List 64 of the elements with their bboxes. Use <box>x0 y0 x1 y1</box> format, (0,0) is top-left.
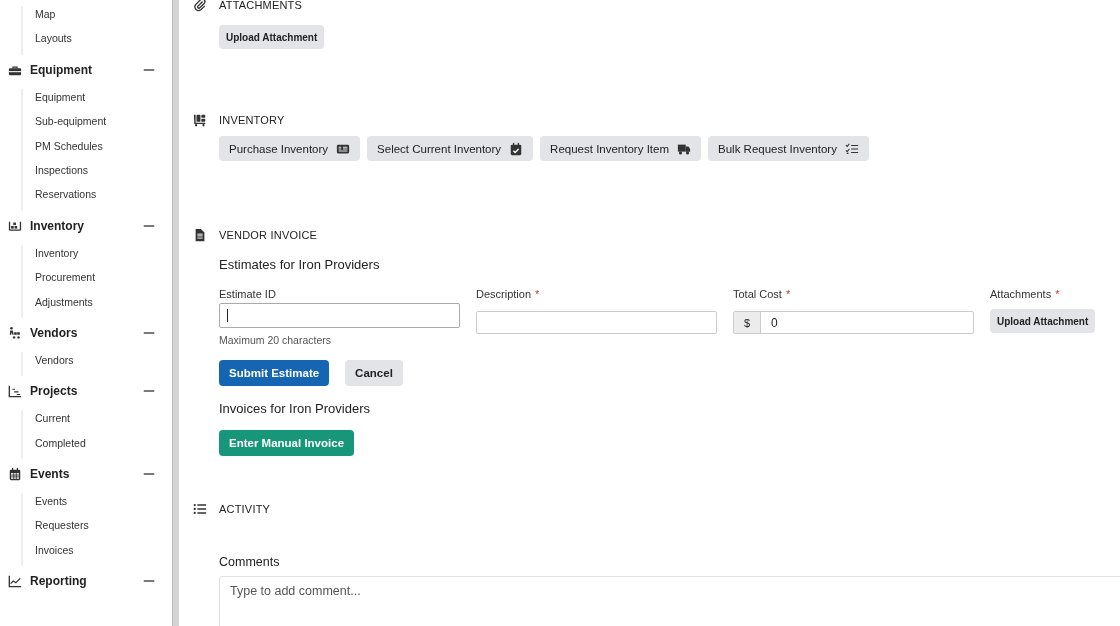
list-icon <box>193 502 207 516</box>
sidebar-item[interactable]: Current <box>35 410 172 435</box>
sidebar-item[interactable]: Completed <box>35 434 172 460</box>
chart-icon <box>8 574 22 589</box>
calendar-icon <box>8 467 22 482</box>
sidebar-item[interactable]: Map <box>35 6 172 31</box>
field-label: Comments <box>219 555 281 569</box>
text-cursor <box>227 309 228 322</box>
input-field[interactable] <box>476 311 717 334</box>
comment-field[interactable]: Type to add comment... <box>219 576 1120 626</box>
inventory-button[interactable]: Select Current Inventory <box>367 136 534 161</box>
required-mark: * <box>1055 288 1060 302</box>
cost-field[interactable]: $ 0 <box>733 311 974 334</box>
sidebar-group[interactable]: Equipment <box>30 62 142 77</box>
field-label: Total Cost <box>733 288 782 302</box>
sidebar-item[interactable]: Sub-equipment <box>35 113 172 138</box>
sidebar-group[interactable]: Events <box>30 467 142 482</box>
required-mark: * <box>535 288 540 302</box>
inventory-button[interactable]: Request Inventory Item <box>540 136 701 161</box>
field-value: 0 <box>771 315 778 330</box>
cancel-button[interactable]: Cancel <box>345 360 403 386</box>
upload-button[interactable]: Upload Attachment <box>219 25 325 49</box>
paperclip-icon <box>193 0 207 12</box>
sidebar-item[interactable]: Reservations <box>35 186 172 211</box>
sidebar-item[interactable]: Requesters <box>35 517 172 542</box>
subheading: Estimates for Iron Providers <box>219 257 381 272</box>
sidebar-item[interactable]: Inventory <box>35 244 172 270</box>
checklist-icon <box>844 141 859 156</box>
required-mark: * <box>785 288 791 302</box>
section-title: ATTACHMENTS <box>219 0 303 11</box>
section-title: INVENTORY <box>219 114 285 126</box>
sidebar-item[interactable]: Adjustments <box>35 293 172 318</box>
chart-icon <box>8 384 22 399</box>
sidebar-group[interactable]: Projects <box>30 384 142 399</box>
section-title: VENDOR INVOICE <box>219 229 318 241</box>
sidebar-group[interactable]: Reporting <box>30 574 142 589</box>
document-icon <box>193 228 207 242</box>
upload-button[interactable]: Upload Attachment <box>990 309 1096 333</box>
sidebar-item[interactable]: Vendors <box>35 351 172 377</box>
sidebar-item[interactable]: Invoices <box>35 541 172 567</box>
scrollbar[interactable] <box>172 0 179 626</box>
field-label: Estimate ID <box>219 288 276 302</box>
sidebar-item[interactable]: Inspections <box>35 161 172 187</box>
input-field[interactable] <box>219 303 460 328</box>
sidebar-item[interactable]: Events <box>35 493 172 518</box>
cart-icon <box>193 113 207 127</box>
sidebar-group[interactable]: Inventory <box>30 218 142 233</box>
subheading: Invoices for Iron Providers <box>219 401 371 416</box>
currency-prefix: $ <box>734 312 761 333</box>
calendar-check-icon <box>509 141 524 156</box>
inventory-button[interactable]: Purchase Inventory <box>219 136 361 161</box>
helper-text: Maximum 20 characters <box>219 334 333 346</box>
inventory-button[interactable]: Bulk Request Inventory <box>708 136 869 161</box>
sidebar-item[interactable]: PM Schedules <box>35 137 172 162</box>
sidebar-item[interactable]: Layouts <box>35 30 172 55</box>
field-label: Attachments <box>990 288 1052 302</box>
handcart-icon <box>8 325 22 340</box>
sidebar-item[interactable]: Equipment <box>35 88 172 114</box>
section-title: ACTIVITY <box>219 503 271 515</box>
sidebar-group[interactable]: Vendors <box>30 325 142 340</box>
sidebar-item[interactable]: Procurement <box>35 269 172 294</box>
submit-button[interactable]: Submit Estimate <box>219 360 330 386</box>
field-label: Description <box>476 288 532 302</box>
invoice-button[interactable]: Enter Manual Invoice <box>219 430 355 456</box>
